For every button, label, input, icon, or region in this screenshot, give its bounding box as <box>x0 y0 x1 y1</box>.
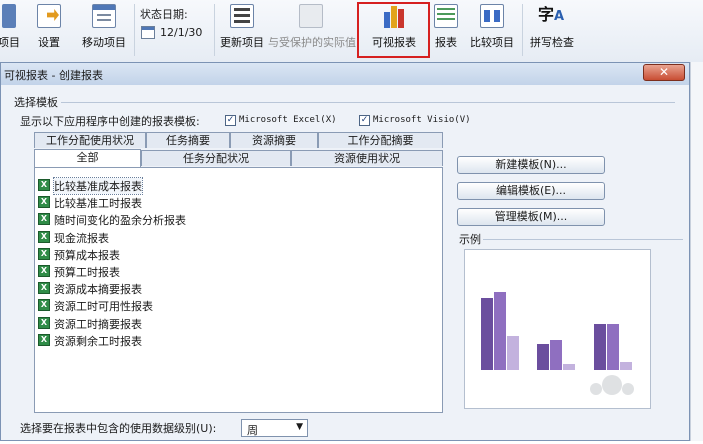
template-list: X 比较基准成本报表 X 比较基准工时报表 X 随时间变化的盈余分析报表 X 现金流报表 X 预算… <box>38 177 428 408</box>
compare-projects-icon <box>480 4 504 28</box>
excel-icon: X <box>38 316 50 329</box>
edit-template-button[interactable]: 编辑模板(E)... <box>457 182 605 200</box>
group-title: 选择模板 <box>14 96 58 109</box>
excel-icon: X <box>38 282 50 295</box>
ribbon: 项目 设置 移动项目 状态日期: 12/1/30 更新项目 与受保护的实际值 可… <box>0 0 703 63</box>
tab-task-summary[interactable]: 任务摘要 <box>146 132 230 148</box>
sync-protected-button[interactable]: 与受保护的实际值 <box>268 4 356 56</box>
dialog-titlebar: 可视报表 - 创建报表 ✕ <box>1 63 689 85</box>
preview-bar <box>494 292 506 370</box>
template-name: 随时间变化的盈余分析报表 <box>54 214 186 228</box>
new-template-button[interactable]: 新建模板(N)... <box>457 156 605 174</box>
tab-assignment-usage[interactable]: 工作分配使用状况 <box>34 132 146 148</box>
reports-icon <box>434 4 458 28</box>
move-project-button[interactable]: 移动项目 <box>78 4 130 56</box>
spell-check-icon: 字A <box>538 5 565 24</box>
status-date-label: 状态日期: <box>140 8 188 21</box>
ribbon-separator <box>214 4 215 56</box>
excel-icon: X <box>38 213 50 226</box>
tab-all[interactable]: 全部 <box>34 149 141 167</box>
template-name: 资源工时可用性报表 <box>54 300 153 314</box>
project-icon <box>2 4 16 28</box>
excel-icon: X <box>38 247 50 260</box>
template-name: 资源成本摘要报表 <box>54 283 142 297</box>
baidu-watermark <box>560 355 703 441</box>
close-icon: ✕ <box>658 65 670 79</box>
template-list-panel: X 比较基准成本报表 X 比较基准工时报表 X 随时间变化的盈余分析报表 X 现金流报表 X 预算… <box>34 167 443 413</box>
visio-checkbox-label: Microsoft Visio(V) <box>373 115 471 125</box>
excel-icon: X <box>38 265 50 277</box>
show-templates-label: 显示以下应用程序中创建的报表模板: <box>20 115 200 128</box>
template-name: 比较基准成本报表 <box>53 177 143 195</box>
example-label: 示例 <box>459 233 481 246</box>
compare-projects-button[interactable]: 比较项目 <box>466 4 518 56</box>
usage-level-select[interactable]: 周 ▼ <box>241 419 308 437</box>
tab-resource-usage[interactable]: 资源使用状况 <box>291 150 443 166</box>
template-name: 资源剩余工时报表 <box>54 334 142 348</box>
excel-checkbox-label: Microsoft Excel(X) <box>239 115 337 125</box>
preview-bar <box>481 298 493 370</box>
move-project-icon <box>92 4 116 28</box>
calendar-icon <box>141 26 155 39</box>
tab-assignment-summary[interactable]: 工作分配摘要 <box>318 132 443 148</box>
template-name: 资源工时摘要报表 <box>54 317 142 331</box>
tab-resource-summary[interactable]: 资源摘要 <box>230 132 318 148</box>
visual-reports-highlight <box>357 2 430 58</box>
manage-template-button[interactable]: 管理模板(M)... <box>457 208 605 226</box>
preview-bar <box>507 336 519 370</box>
excel-checkbox[interactable]: ✓ <box>225 115 236 126</box>
group-divider <box>61 102 675 103</box>
excel-icon: X <box>38 179 50 191</box>
visio-checkbox[interactable]: ✓ <box>359 115 370 126</box>
template-name: 现金流报表 <box>54 231 109 245</box>
sync-protected-icon <box>299 4 323 28</box>
example-divider <box>483 239 683 240</box>
template-name: 比较基准工时报表 <box>54 197 142 211</box>
excel-icon: X <box>38 333 50 346</box>
close-button[interactable]: ✕ <box>643 64 685 81</box>
chevron-down-icon: ▼ <box>296 422 303 432</box>
ribbon-separator <box>522 4 523 56</box>
update-project-button[interactable]: 更新项目 <box>218 4 266 56</box>
reports-button[interactable]: 报表 <box>432 4 460 56</box>
preview-bar <box>537 344 549 370</box>
spell-check-button[interactable]: 字A 拼写检查 <box>526 4 578 56</box>
dialog-title: 可视报表 - 创建报表 <box>4 69 103 82</box>
project-button[interactable]: 项目 <box>0 4 20 56</box>
settings-button[interactable]: 设置 <box>28 4 70 56</box>
ribbon-separator <box>134 4 135 56</box>
update-project-icon <box>230 4 254 28</box>
excel-icon: X <box>38 196 50 209</box>
status-date-value[interactable]: 12/1/30 <box>160 26 202 39</box>
settings-icon <box>37 4 61 28</box>
excel-icon: X <box>38 299 50 312</box>
template-name: 预算成本报表 <box>54 248 120 262</box>
tab-task-usage[interactable]: 任务分配状况 <box>141 150 291 166</box>
template-name: 预算工时报表 <box>54 266 120 279</box>
usage-level-label: 选择要在报表中包含的使用数据级别(U): <box>20 422 217 435</box>
excel-icon: X <box>38 230 50 243</box>
usage-level-value: 周 <box>247 424 258 437</box>
